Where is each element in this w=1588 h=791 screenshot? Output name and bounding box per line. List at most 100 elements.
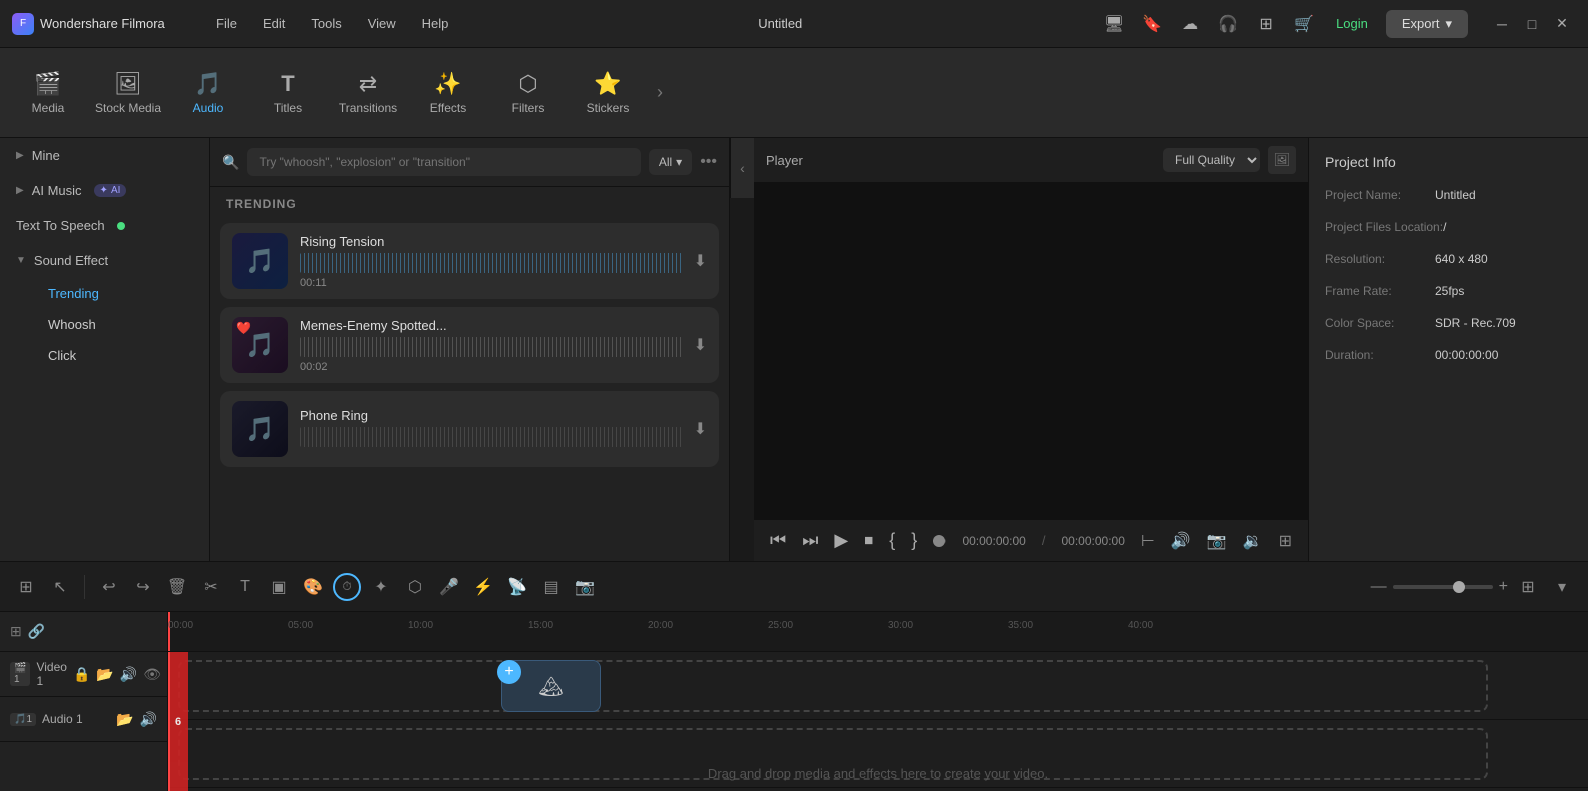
text-button[interactable]: T [231,573,259,601]
crop-button[interactable]: ▣ [265,573,293,601]
current-position-marker: 6 [168,652,188,791]
undo-button[interactable]: ↩ [95,573,123,601]
video-track-open-icon[interactable]: 📂 [96,666,113,683]
filter-dropdown[interactable]: All ▾ [649,149,692,175]
zoom-in-icon[interactable]: + [1499,578,1508,596]
pip-icon[interactable]: ⊞ [1279,531,1292,551]
video-track-row: + 🏔 [168,652,1588,720]
camera-button[interactable]: 📷 [571,573,599,601]
cut-button[interactable]: ✂ [197,573,225,601]
toolbar-transitions[interactable]: ⇄ Transitions [328,53,408,133]
link-tracks-icon[interactable]: 🔗 [28,623,45,640]
download-memes-enemy-icon[interactable]: ⬇ [694,335,707,355]
search-input[interactable] [247,148,640,176]
audio-track-open-icon[interactable]: 📂 [116,711,133,728]
video-track-eye-icon[interactable]: 👁 [143,666,161,683]
add-clip-button[interactable]: + [497,660,521,684]
download-phone-ring-icon[interactable]: ⬇ [694,419,707,439]
toolbar-effects[interactable]: ✨ Effects [408,53,488,133]
panel-collapse-button[interactable]: ‹ [730,138,754,198]
preview-image-button[interactable]: 🖼 [1268,146,1296,174]
audio-track-volume-icon[interactable]: 🔊 [140,711,157,728]
search-bar: 🔍 All ▾ ••• [210,138,729,187]
toolbar-filters[interactable]: ⬡ Filters [488,53,568,133]
menu-view[interactable]: View [356,12,408,35]
menu-edit[interactable]: Edit [251,12,297,35]
sound-list: 🎵 Rising Tension 00:11 ⬇ ❤️ 🎵 Memes-Enem… [210,217,729,561]
player-tab-label: Player [766,153,803,168]
upload-icon[interactable]: ☁ [1176,10,1204,38]
mark-in-button[interactable]: { [889,530,895,551]
video-track-volume-icon[interactable]: 🔊 [120,666,137,683]
video-track-lock-icon[interactable]: 🔒 [73,666,90,683]
mask-button[interactable]: ⬡ [401,573,429,601]
delete-button[interactable]: 🗑 [163,573,191,601]
sidebar-item-mine[interactable]: ▶ Mine [0,138,209,173]
playhead-line [168,652,170,791]
time-slider[interactable] [933,539,946,543]
smart-select-button[interactable]: ↖ [46,573,74,601]
sidebar-item-whoosh[interactable]: Whoosh [32,309,209,340]
toolbar-separator-1 [84,575,85,599]
timeline-more-button[interactable]: ▾ [1548,573,1576,601]
add-track-icon[interactable]: ⊞ [10,623,22,640]
sidebar-item-text-to-speech[interactable]: Text To Speech [0,208,209,243]
step-back-button[interactable]: ⏭ [802,530,818,551]
headphone-icon[interactable]: 🎧 [1214,10,1242,38]
ai-video-button[interactable]: 📡 [503,573,531,601]
project-files-row: Project Files Location: / [1325,218,1572,236]
menu-help[interactable]: Help [410,12,461,35]
stop-button[interactable]: ⏹ [864,530,873,551]
more-options-button[interactable]: ••• [700,153,717,171]
play-button[interactable]: ▶ [834,530,848,551]
color-button[interactable]: 🎨 [299,573,327,601]
snapshot-icon[interactable]: 📷 [1207,531,1227,551]
toolbar-audio[interactable]: 🎵 Audio [168,53,248,133]
sound-effect-submenu: Trending Whoosh Click [0,278,209,371]
voiceover-icon[interactable]: 🔊 [1171,531,1191,551]
skip-back-button[interactable]: ⏮ [770,530,786,551]
timeline-settings-button[interactable]: ⊞ [1514,573,1542,601]
toolbar-stickers[interactable]: ⭐ Stickers [568,53,648,133]
clip-start-icon[interactable]: ⊢ [1141,531,1155,551]
grid-layout-button[interactable]: ⊞ [12,573,40,601]
toolbar-media[interactable]: 🎬 Media [8,53,88,133]
login-button[interactable]: Login [1328,14,1376,33]
audio-button[interactable]: 🎤 [435,573,463,601]
minimize-button[interactable]: ─ [1488,10,1516,38]
bookmark-icon[interactable]: 🔖 [1138,10,1166,38]
zoom-track[interactable] [1393,585,1493,589]
zoom-out-icon[interactable]: — [1371,578,1387,596]
redo-button[interactable]: ↪ [129,573,157,601]
toolbar-stock-media[interactable]: 🖼 Stock Media [88,53,168,133]
sidebar-item-click[interactable]: Click [32,340,209,371]
toolbar-titles[interactable]: T Titles [248,53,328,133]
menu-tools[interactable]: Tools [299,12,353,35]
mark-out-button[interactable]: } [911,530,917,551]
sidebar-item-ai-music[interactable]: ▶ AI Music ✦ AI [0,173,209,208]
ai-tools-button[interactable]: ⚡ [469,573,497,601]
volume-icon[interactable]: 🔉 [1243,531,1263,551]
sound-card-memes-enemy[interactable]: ❤️ 🎵 Memes-Enemy Spotted... 00:02 ⬇ [220,307,719,383]
time-current: 00:00:00:00 [962,534,1025,548]
monitor-icon[interactable]: 🖥 [1100,10,1128,38]
sidebar-item-sound-effect[interactable]: ▼ Sound Effect [0,243,209,278]
toolbar-more-chevron[interactable]: › [648,53,672,133]
main-toolbar: 🎬 Media 🖼 Stock Media 🎵 Audio T Titles ⇄… [0,48,1588,138]
cart-icon[interactable]: 🛒 [1290,10,1318,38]
sidebar-item-trending[interactable]: Trending [32,278,209,309]
maximize-button[interactable]: □ [1518,10,1546,38]
project-framerate-label: Frame Rate: [1325,282,1435,300]
sound-card-phone-ring[interactable]: 🎵 Phone Ring ⬇ [220,391,719,467]
pip-tl-button[interactable]: ▤ [537,573,565,601]
speed-button[interactable]: ⏱ [333,573,361,601]
motion-button[interactable]: ✦ [367,573,395,601]
grid-icon[interactable]: ⊞ [1252,10,1280,38]
download-rising-tension-icon[interactable]: ⬇ [694,251,707,271]
menu-file[interactable]: File [204,12,249,35]
export-button[interactable]: Export ▾ [1386,10,1468,38]
quality-select[interactable]: Full Quality [1163,148,1260,172]
sound-card-rising-tension[interactable]: 🎵 Rising Tension 00:11 ⬇ [220,223,719,299]
app-logo-icon: F [12,13,34,35]
close-button[interactable]: ✕ [1548,10,1576,38]
